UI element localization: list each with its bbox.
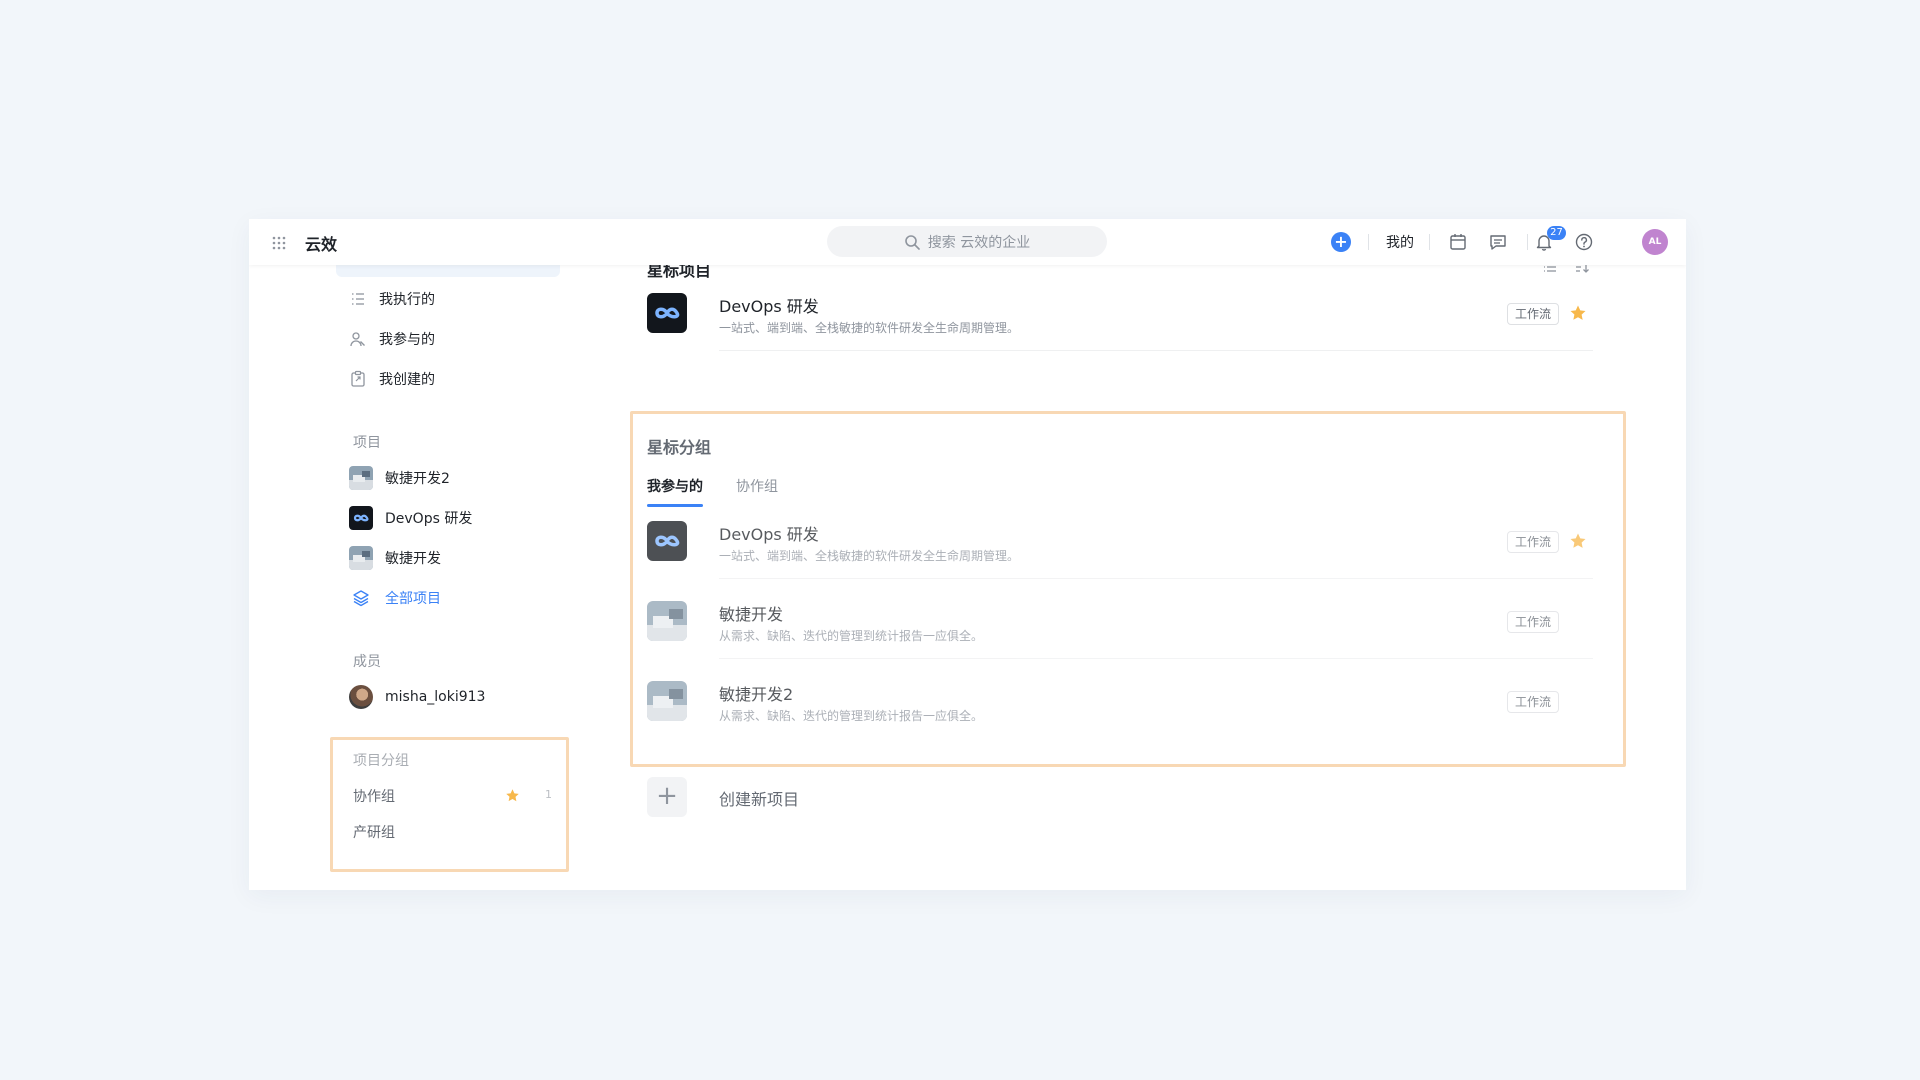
sidebar-item-label: 我创建的 [379, 372, 435, 388]
mine-link[interactable]: 我的 [1386, 232, 1414, 252]
user-avatar[interactable]: AL [1642, 229, 1668, 255]
top-bar: 云效 搜索 云效的企业 + 我的 27 AL [249, 219, 1686, 265]
star-icon[interactable] [505, 788, 520, 803]
star-icon[interactable] [1569, 304, 1587, 322]
create-project-label[interactable]: 创建新项目 [719, 786, 799, 810]
groups-section-title: 项目分组 [353, 753, 409, 769]
sidebar-item-label: 敏捷开发2 [385, 471, 450, 487]
sidebar-item-label: 全部项目 [385, 591, 441, 607]
project-thumb-icon [349, 546, 373, 570]
sidebar-project-agile[interactable]: 敏捷开发 [349, 542, 441, 574]
header-divider [1429, 234, 1430, 250]
sidebar-item-participating[interactable]: 我参与的 [349, 323, 435, 355]
search-icon [904, 234, 920, 250]
sidebar-group-rd[interactable]: 产研组 [353, 822, 395, 842]
project-desc: 一站式、端到端、全栈敏捷的软件研发全生命周期管理。 [719, 321, 1020, 335]
sidebar-project-devops[interactable]: DevOps 研发 [349, 502, 472, 534]
clipboard-icon [351, 370, 365, 387]
sidebar-project-agile-2[interactable]: 敏捷开发2 [349, 462, 450, 494]
tab-collab-group[interactable]: 协作组 [736, 476, 778, 496]
devops-logo-icon [349, 506, 373, 530]
avatar [349, 685, 373, 709]
projects-section-title: 项目 [353, 435, 381, 451]
sidebar-item-label: 敏捷开发 [385, 551, 441, 567]
calendar-icon[interactable] [1448, 232, 1468, 252]
search-input[interactable]: 搜索 云效的企业 [827, 226, 1107, 257]
starred-project-row[interactable]: DevOps 研发 一站式、端到端、全栈敏捷的软件研发全生命周期管理。 工作流 [647, 271, 1593, 351]
sidebar-item-label: 我执行的 [379, 292, 435, 308]
project-desc: 从需求、缺陷、迭代的管理到统计报告一应俱全。 [719, 629, 984, 643]
workflow-tag[interactable]: 工作流 [1507, 611, 1559, 633]
header-divider [1527, 234, 1528, 250]
group-count: 1 [545, 788, 552, 801]
group-project-row[interactable]: 敏捷开发2 从需求、缺陷、迭代的管理到统计报告一应俱全。 工作流 [647, 659, 1593, 739]
plus-icon: + [656, 781, 678, 811]
create-plus-button[interactable]: + [1331, 232, 1351, 252]
sidebar-all-projects[interactable]: 全部项目 [349, 582, 441, 614]
sidebar-group-collab[interactable]: 协作组 [353, 786, 395, 806]
devops-logo-icon [647, 521, 687, 561]
group-project-row[interactable]: 敏捷开发 从需求、缺陷、迭代的管理到统计报告一应俱全。 工作流 [647, 579, 1593, 659]
app-window: 云效 搜索 云效的企业 + 我的 27 AL 我执行的 我参与的 我创建的 项目… [249, 219, 1686, 890]
workflow-tag[interactable]: 工作流 [1507, 531, 1559, 553]
search-placeholder: 搜索 云效的企业 [927, 234, 1031, 251]
notification-badge: 27 [1547, 226, 1566, 240]
star-icon[interactable] [1569, 532, 1587, 550]
members-section-title: 成员 [353, 654, 381, 670]
sidebar-item-executing[interactable]: 我执行的 [349, 283, 435, 315]
tab-participating[interactable]: 我参与的 [647, 476, 703, 496]
apps-grid-icon[interactable] [271, 235, 287, 251]
group-project-row[interactable]: DevOps 研发 一站式、端到端、全栈敏捷的软件研发全生命周期管理。 工作流 [647, 499, 1593, 579]
app-title: 云效 [305, 235, 338, 254]
project-name[interactable]: DevOps 研发 [719, 521, 819, 545]
message-icon[interactable] [1488, 232, 1508, 252]
list-icon [352, 293, 364, 305]
header-divider [1368, 234, 1369, 250]
users-icon [350, 332, 365, 347]
sidebar-item-label: DevOps 研发 [385, 511, 473, 527]
project-thumb-icon [349, 466, 373, 490]
plus-icon: + [1334, 232, 1348, 251]
project-thumb-icon [647, 681, 687, 721]
create-project-button[interactable]: + [647, 777, 687, 817]
project-name[interactable]: 敏捷开发 [719, 601, 783, 625]
devops-logo-icon [647, 293, 687, 333]
project-desc: 一站式、端到端、全栈敏捷的软件研发全生命周期管理。 [719, 549, 1020, 563]
workflow-tag[interactable]: 工作流 [1507, 691, 1559, 713]
project-thumb-icon [647, 601, 687, 641]
sidebar-item-label: 我参与的 [379, 332, 435, 348]
sidebar-item-created[interactable]: 我创建的 [349, 363, 435, 395]
workflow-tag[interactable]: 工作流 [1507, 303, 1559, 325]
row-divider [719, 350, 1593, 351]
starred-groups-title: 星标分组 [647, 438, 712, 457]
project-desc: 从需求、缺陷、迭代的管理到统计报告一应俱全。 [719, 709, 984, 723]
help-icon[interactable] [1574, 232, 1594, 252]
sidebar-item-label: misha_loki913 [385, 689, 486, 705]
project-name[interactable]: 敏捷开发2 [719, 681, 793, 705]
layers-icon [353, 590, 369, 607]
sidebar-member[interactable]: misha_loki913 [349, 681, 485, 713]
project-name[interactable]: DevOps 研发 [719, 293, 819, 317]
